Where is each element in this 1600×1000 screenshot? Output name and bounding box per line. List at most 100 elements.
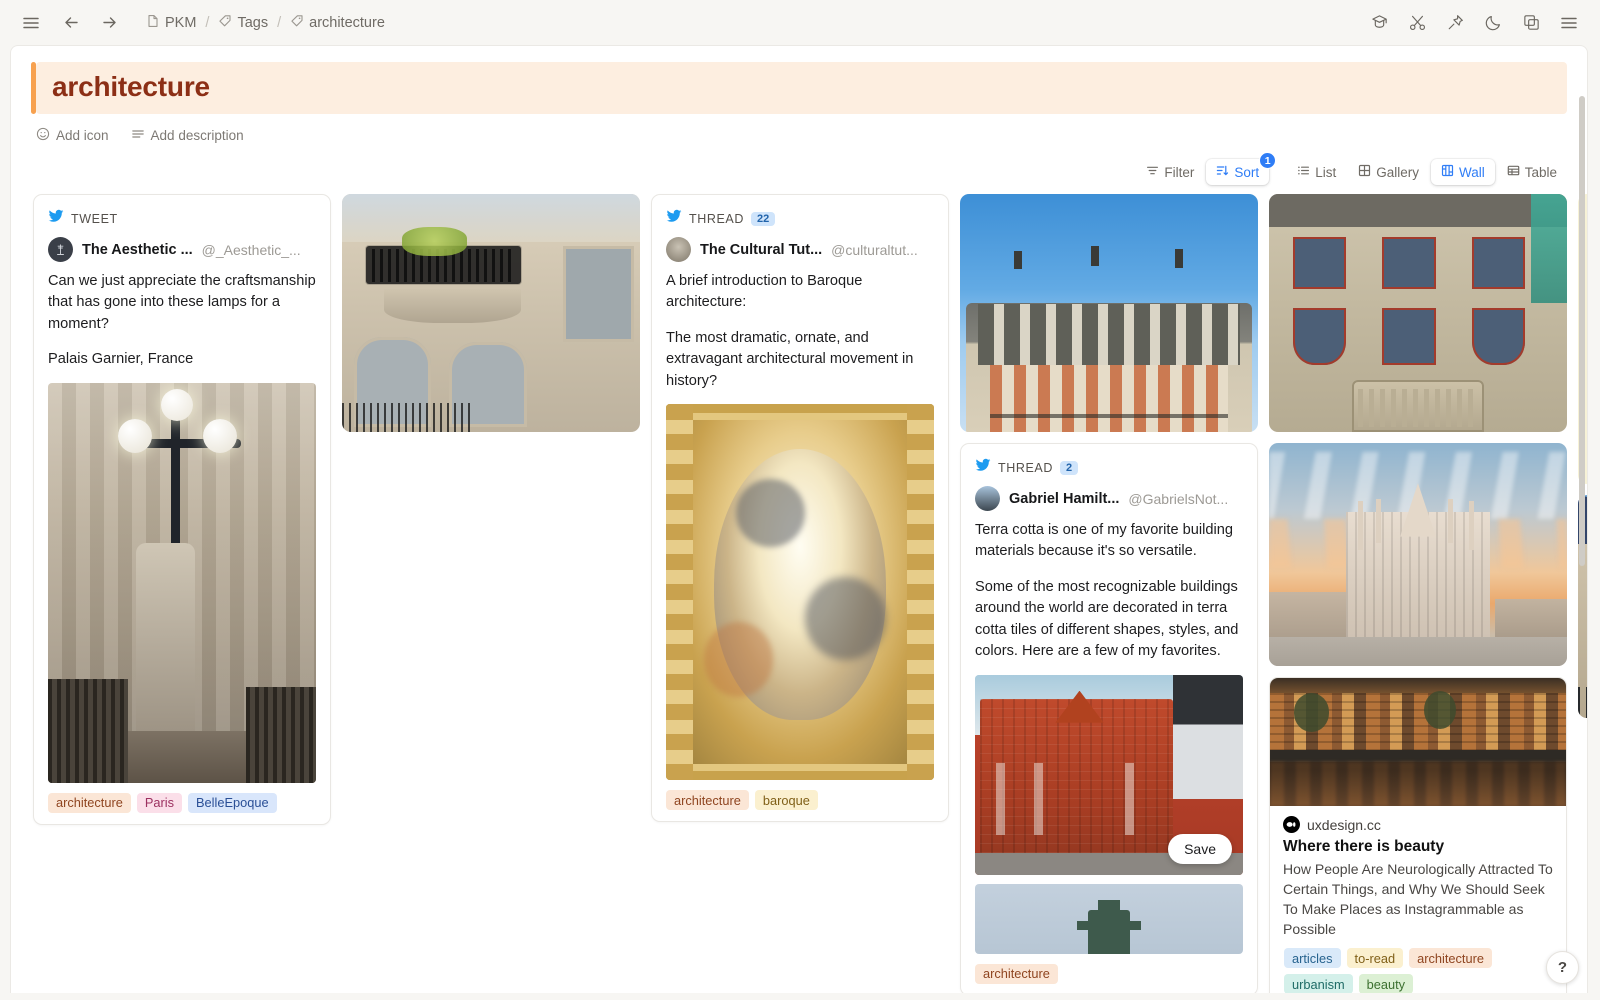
tweet-paragraph: Terra cotta is one of my favorite buildi… xyxy=(975,522,1233,560)
add-description-label: Add description xyxy=(150,128,244,143)
breadcrumb-label: architecture xyxy=(309,14,385,31)
card-body: TWEET The Aesthetic ... @_Aesthetic_... … xyxy=(34,195,330,371)
page-surface: architecture Add icon Add description Fi… xyxy=(10,45,1588,993)
card-image-artnouveau[interactable] xyxy=(1269,194,1567,432)
card-image-balcony[interactable] xyxy=(342,194,640,432)
image-mansard[interactable] xyxy=(960,194,1258,432)
author-handle: @_Aesthetic_... xyxy=(201,241,301,258)
tag[interactable]: articles xyxy=(1284,948,1341,969)
back-arrow-icon[interactable] xyxy=(56,8,86,38)
source-label: TWEET xyxy=(71,211,118,226)
filter-button[interactable]: Filter xyxy=(1136,159,1204,185)
tag-icon xyxy=(218,14,232,32)
card-bookmark-uxdesign[interactable]: uxdesign.cc Where there is beauty How Pe… xyxy=(1269,677,1567,993)
card-image-duomo[interactable] xyxy=(1269,443,1567,666)
view-tab-list[interactable]: List xyxy=(1287,159,1346,185)
thread-image-statue[interactable] xyxy=(975,883,1243,954)
copy-icon[interactable] xyxy=(1516,8,1546,38)
scholar-icon[interactable] xyxy=(1364,8,1394,38)
wall-item: TWEET The Aesthetic ... @_Aesthetic_... … xyxy=(33,194,331,825)
author-name: The Aesthetic ... xyxy=(82,241,193,258)
forward-arrow-icon[interactable] xyxy=(94,8,124,38)
card-image-mansard[interactable] xyxy=(960,194,1258,432)
add-icon-button[interactable]: Add icon xyxy=(36,127,109,144)
view-tab-table[interactable]: Table xyxy=(1497,159,1567,185)
add-description-button[interactable]: Add description xyxy=(131,127,244,144)
author-row: The Aesthetic ... @_Aesthetic_... xyxy=(48,237,316,262)
save-button[interactable]: Save xyxy=(1168,833,1232,864)
avatar xyxy=(975,486,1000,511)
tag-icon xyxy=(290,14,304,32)
tweet-body: A brief introduction to Baroque architec… xyxy=(666,271,934,392)
author-name: Gabriel Hamilt... xyxy=(1009,490,1120,507)
view-tab-label: Table xyxy=(1524,164,1557,180)
page-scrollbar[interactable] xyxy=(1579,96,1585,993)
tag-row: architecture xyxy=(961,954,1257,993)
author-row: The Cultural Tut... @culturaltut... xyxy=(666,237,934,262)
image-artnouveau[interactable] xyxy=(1269,194,1567,432)
breadcrumb-separator: / xyxy=(277,14,282,31)
tag[interactable]: BelleEpoque xyxy=(188,792,277,813)
card-thread-gabriel[interactable]: THREAD 2 Gabriel Hamilt... @GabrielsNot.… xyxy=(960,443,1258,993)
card-thread-cultural[interactable]: THREAD 22 The Cultural Tut... @culturalt… xyxy=(651,194,949,823)
wall-item xyxy=(1269,194,1567,432)
bookmark-description: How People Are Neurologically Attracted … xyxy=(1283,861,1553,938)
tweet-paragraph: Palais Garnier, France xyxy=(48,351,194,368)
page-title[interactable]: architecture xyxy=(52,71,1551,103)
tag[interactable]: Paris xyxy=(136,792,183,813)
wall-grid: TWEET The Aesthetic ... @_Aesthetic_... … xyxy=(33,194,1587,993)
title-highlight: architecture xyxy=(36,62,1567,114)
card-tweet-aesthetic[interactable]: TWEET The Aesthetic ... @_Aesthetic_... … xyxy=(33,194,331,825)
thread-count-badge: 2 xyxy=(1060,460,1079,475)
source-row: THREAD 22 xyxy=(666,208,934,229)
breadcrumb-label: PKM xyxy=(165,14,197,31)
view-tab-gallery[interactable]: Gallery xyxy=(1348,159,1429,185)
nav-arrows xyxy=(56,8,124,38)
tag[interactable]: to-read xyxy=(1346,948,1404,969)
view-tab-label: List xyxy=(1315,164,1337,180)
tag[interactable]: architecture xyxy=(666,790,749,811)
twitter-icon xyxy=(666,208,682,229)
card-body: THREAD 22 The Cultural Tut... @culturalt… xyxy=(652,195,948,392)
tag[interactable]: architecture xyxy=(975,963,1058,984)
bookmark-image-amsterdam[interactable] xyxy=(1270,678,1566,806)
menu-icon[interactable] xyxy=(1554,8,1584,38)
page-title-block: architecture xyxy=(31,62,1567,114)
bookmark-site-name: uxdesign.cc xyxy=(1307,816,1381,833)
scissors-icon[interactable] xyxy=(1402,8,1432,38)
tweet-body: Can we just appreciate the craftsmanship… xyxy=(48,271,316,371)
image-duomo[interactable] xyxy=(1269,443,1567,666)
tag[interactable]: baroque xyxy=(754,790,818,811)
breadcrumb-item-architecture[interactable]: architecture xyxy=(290,14,385,32)
view-tab-wall[interactable]: Wall xyxy=(1430,159,1495,185)
wall-item: THREAD 22 The Cultural Tut... @culturalt… xyxy=(651,194,949,823)
view-tab-label: Wall xyxy=(1458,164,1485,180)
sort-button[interactable]: Sort 1 xyxy=(1206,152,1277,185)
page-meta-row: Add icon Add description xyxy=(36,127,1587,144)
topbar-actions xyxy=(1364,8,1584,38)
twitter-icon xyxy=(975,457,991,478)
tweet-image-lamp[interactable] xyxy=(48,382,316,783)
moon-icon[interactable] xyxy=(1478,8,1508,38)
thread-image-fresco[interactable] xyxy=(666,404,934,781)
scrollbar-thumb[interactable] xyxy=(1579,96,1585,566)
breadcrumb-item-tags[interactable]: Tags xyxy=(218,14,268,32)
hamburger-menu-icon[interactable] xyxy=(16,8,46,38)
sort-icon xyxy=(1216,164,1229,180)
tag-row: architecture Paris BelleEpoque xyxy=(34,783,330,824)
help-button[interactable]: ? xyxy=(1546,951,1579,984)
author-row: Gabriel Hamilt... @GabrielsNot... xyxy=(975,486,1243,511)
filter-icon xyxy=(1146,164,1159,180)
tag[interactable]: architecture xyxy=(1409,948,1492,969)
tweet-paragraph: Some of the most recognizable buildings … xyxy=(975,578,1239,660)
thread-image-terracotta[interactable]: Save xyxy=(975,674,1243,875)
tweet-paragraph: Can we just appreciate the craftsmanship… xyxy=(48,273,316,332)
breadcrumb-item-pkm[interactable]: PKM xyxy=(146,14,196,32)
tag[interactable]: urbanism xyxy=(1284,974,1353,993)
tag[interactable]: architecture xyxy=(48,792,131,813)
add-icon-label: Add icon xyxy=(56,128,109,143)
tag[interactable]: beauty xyxy=(1358,974,1414,993)
image-balcony[interactable] xyxy=(342,194,640,432)
view-tab-label: Gallery xyxy=(1376,164,1419,180)
pin-icon[interactable] xyxy=(1440,8,1470,38)
